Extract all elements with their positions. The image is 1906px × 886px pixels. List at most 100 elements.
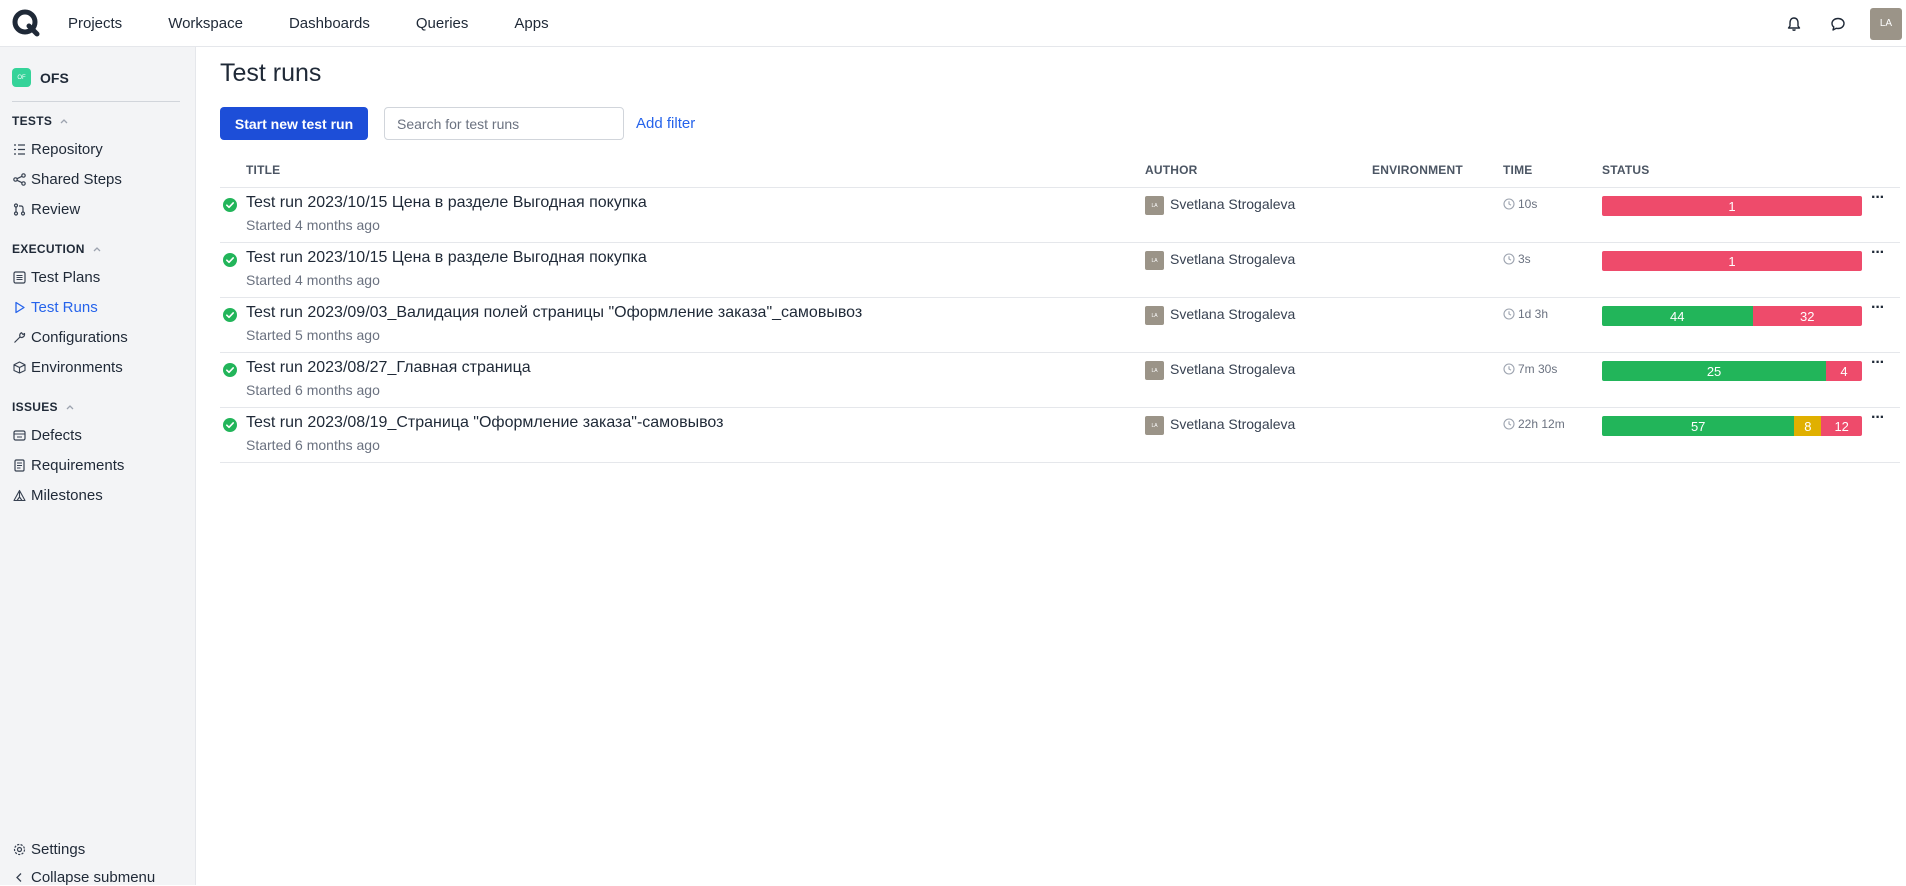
sidebar-item-label: Shared Steps <box>31 171 122 188</box>
more-options-icon[interactable]: ··· <box>1871 190 1889 208</box>
author-avatar: LA <box>1145 306 1164 325</box>
main-content: Test runs Start new test run Add filter … <box>220 47 1906 885</box>
top-right-actions: LA <box>1782 0 1906 47</box>
test-run-title[interactable]: Test run 2023/08/19_Страница "Оформление… <box>246 414 723 432</box>
clock-icon <box>1503 198 1515 210</box>
test-run-title[interactable]: Test run 2023/08/27_Главная страница <box>246 359 531 377</box>
sidebar-item-label: Test Plans <box>31 269 101 286</box>
test-run-title[interactable]: Test run 2023/09/03_Валидация полей стра… <box>246 304 862 322</box>
clock-icon <box>1503 363 1515 375</box>
status-bar[interactable]: 25 4 <box>1602 361 1862 381</box>
section-execution-label: EXECUTION <box>12 242 85 256</box>
author-name: Svetlana Strogaleva <box>1170 416 1296 432</box>
nav-apps[interactable]: Apps <box>514 15 548 32</box>
author-name: Svetlana Strogaleva <box>1170 306 1296 322</box>
sidebar-item-label: Requirements <box>31 457 125 474</box>
clock-icon <box>1503 308 1515 320</box>
add-filter-link[interactable]: Add filter <box>636 115 695 132</box>
bell-icon[interactable] <box>1782 12 1806 36</box>
more-options-icon[interactable]: ··· <box>1871 355 1889 373</box>
nav-workspace[interactable]: Workspace <box>168 15 243 32</box>
sidebar-item-label: Environments <box>31 359 123 376</box>
author-name: Svetlana Strogaleva <box>1170 251 1296 267</box>
nav-dashboards[interactable]: Dashboards <box>289 15 370 32</box>
test-run-started: Started 5 months ago <box>246 327 380 343</box>
user-avatar[interactable]: LA <box>1870 7 1902 40</box>
nav-queries[interactable]: Queries <box>416 15 469 32</box>
table-row[interactable]: Test run 2023/09/03_Валидация полей стра… <box>220 298 1900 353</box>
run-duration: 3s <box>1518 252 1531 266</box>
test-run-started: Started 4 months ago <box>246 272 380 288</box>
sidebar-item-review[interactable]: Review <box>12 201 80 218</box>
more-options-icon[interactable]: ··· <box>1871 300 1889 318</box>
check-circle-icon <box>223 418 237 432</box>
column-header-author[interactable]: AUTHOR <box>1145 163 1198 177</box>
project-name: OFS <box>40 69 69 86</box>
project-badge: OF <box>12 68 31 87</box>
sidebar-item-repository[interactable]: Repository <box>12 141 103 158</box>
sidebar-item-label: Milestones <box>31 487 103 504</box>
sidebar-item-environments[interactable]: Environments <box>12 359 123 376</box>
sidebar-item-label: Defects <box>31 427 82 444</box>
search-input[interactable] <box>384 107 624 140</box>
check-circle-icon <box>223 198 237 212</box>
more-options-icon[interactable]: ··· <box>1871 245 1889 263</box>
test-run-title[interactable]: Test run 2023/10/15 Цена в разделе Выгод… <box>246 194 647 212</box>
chevron-left-icon <box>12 871 26 885</box>
section-issues-label: ISSUES <box>12 400 58 414</box>
author-name: Svetlana Strogaleva <box>1170 361 1296 377</box>
run-duration: 10s <box>1518 197 1538 211</box>
check-circle-icon <box>223 253 237 267</box>
check-circle-icon <box>223 308 237 322</box>
status-segment-fail: 12 <box>1821 416 1862 436</box>
table-row[interactable]: Test run 2023/08/27_Главная страница Star… <box>220 353 1900 408</box>
collapse-submenu-label: Collapse submenu <box>31 869 156 886</box>
sidebar-item-shared-steps[interactable]: Shared Steps <box>12 171 122 188</box>
chevron-up-icon <box>60 119 68 124</box>
project-switcher[interactable]: OF OFS <box>12 68 69 87</box>
sidebar-item-requirements[interactable]: Requirements <box>12 457 124 474</box>
status-bar[interactable]: 1 <box>1602 196 1862 216</box>
sidebar: OF OFS TESTS Repository Shared Steps Rev… <box>0 47 196 886</box>
column-header-title[interactable]: TITLE <box>246 163 280 177</box>
defect-icon <box>12 429 26 443</box>
section-issues-header[interactable]: ISSUES <box>12 400 75 414</box>
status-bar[interactable]: 1 <box>1602 251 1862 271</box>
review-icon <box>12 203 26 217</box>
sidebar-item-test-plans[interactable]: Test Plans <box>12 269 100 286</box>
sidebar-item-test-runs[interactable]: Test Runs <box>12 299 98 316</box>
sidebar-item-label: Settings <box>31 841 86 858</box>
sidebar-item-defects[interactable]: Defects <box>12 427 82 444</box>
sidebar-item-milestones[interactable]: Milestones <box>12 487 103 504</box>
sidebar-item-configurations[interactable]: Configurations <box>12 329 128 346</box>
clock-icon <box>1503 253 1515 265</box>
chat-icon[interactable] <box>1826 12 1850 36</box>
author-avatar: LA <box>1145 196 1164 215</box>
sidebar-item-settings[interactable]: Settings <box>12 841 85 858</box>
start-new-test-run-button[interactable]: Start new test run <box>220 107 368 140</box>
run-duration: 22h 12m <box>1518 417 1565 431</box>
section-tests-header[interactable]: TESTS <box>12 114 69 128</box>
sidebar-item-label: Review <box>31 201 81 218</box>
author-name: Svetlana Strogaleva <box>1170 196 1296 212</box>
test-run-title[interactable]: Test run 2023/10/15 Цена в разделе Выгод… <box>246 249 647 267</box>
more-options-icon[interactable]: ··· <box>1871 410 1889 428</box>
column-header-time[interactable]: TIME <box>1503 163 1532 177</box>
collapse-submenu-button[interactable]: Collapse submenu <box>12 869 155 886</box>
plan-icon <box>12 271 26 285</box>
status-segment-fail: 4 <box>1826 361 1862 381</box>
app-logo-icon[interactable] <box>12 9 40 37</box>
column-header-status[interactable]: STATUS <box>1602 163 1649 177</box>
table-row[interactable]: Test run 2023/10/15 Цена в разделе Выгод… <box>220 243 1900 298</box>
section-execution-header[interactable]: EXECUTION <box>12 242 102 256</box>
column-header-environment[interactable]: ENVIRONMENT <box>1372 163 1463 177</box>
check-circle-icon <box>223 363 237 377</box>
play-icon <box>12 301 26 315</box>
table-row[interactable]: Test run 2023/08/19_Страница "Оформление… <box>220 408 1900 463</box>
table-row[interactable]: Test run 2023/10/15 Цена в разделе Выгод… <box>220 188 1900 243</box>
status-bar[interactable]: 57 8 12 <box>1602 416 1862 436</box>
top-bar: Projects Workspace Dashboards Queries Ap… <box>0 0 1906 47</box>
nav-projects[interactable]: Projects <box>68 15 122 32</box>
status-bar[interactable]: 44 32 <box>1602 306 1862 326</box>
status-segment-pass: 44 <box>1602 306 1753 326</box>
